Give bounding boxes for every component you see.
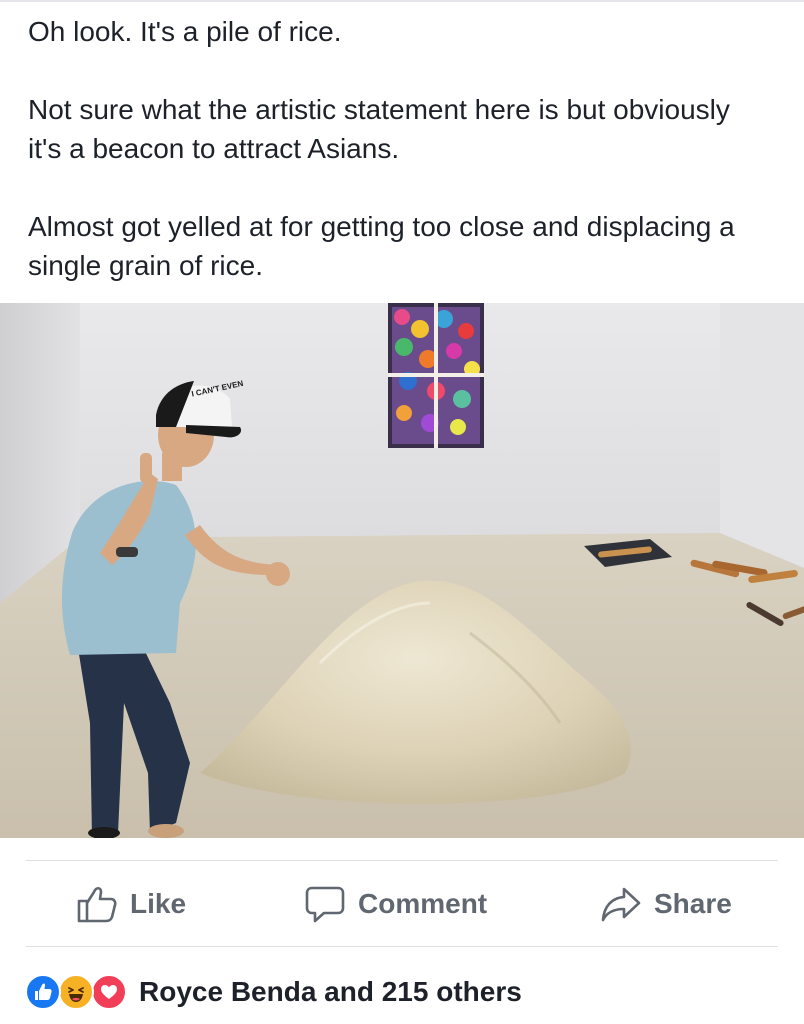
facebook-post: Oh look. It's a pile of rice. Not sure w… (0, 0, 804, 1024)
post-paragraph-2: Not sure what the artistic statement her… (28, 94, 730, 164)
like-label: Like (130, 887, 187, 919)
love-reaction-icon (91, 974, 127, 1010)
post-paragraph-3: Almost got yelled at for getting too clo… (28, 211, 735, 281)
share-label: Share (654, 887, 732, 919)
haha-reaction-icon (58, 974, 94, 1010)
post-body-text: Oh look. It's a pile of rice. Not sure w… (28, 12, 768, 285)
like-reaction-icon (25, 974, 61, 1010)
reactions-summary[interactable]: Royce Benda and 215 others (25, 966, 522, 1018)
right-wall (720, 303, 804, 568)
reaction-icons (25, 974, 137, 1010)
thumbs-up-icon (77, 886, 117, 922)
reactions-summary-text: Royce Benda and 215 others (139, 976, 522, 1007)
post-paragraph-1: Oh look. It's a pile of rice. (28, 16, 342, 47)
top-divider (0, 0, 804, 2)
comment-label: Comment (358, 887, 488, 919)
comment-bubble-icon (305, 886, 345, 922)
share-arrow-icon (601, 887, 641, 921)
gallery-photo-illustration: I CAN'T EVEN (0, 303, 804, 838)
share-button[interactable]: Share (600, 861, 732, 946)
post-photo[interactable]: I CAN'T EVEN (0, 303, 804, 838)
flower-painting (388, 303, 484, 448)
actions-bottom-divider (26, 946, 778, 947)
post-action-bar: Like Comment Share (0, 861, 804, 946)
comment-button[interactable]: Comment (304, 861, 487, 946)
like-button[interactable]: Like (76, 861, 186, 946)
